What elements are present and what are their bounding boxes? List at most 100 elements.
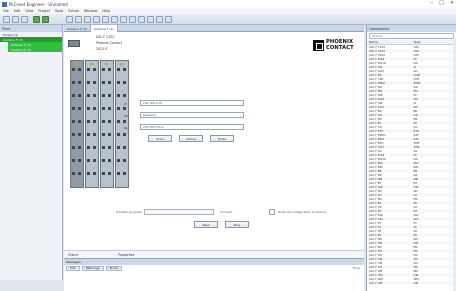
terminal-point — [108, 146, 111, 149]
terminal-point — [93, 68, 96, 71]
online-button[interactable]: Online — [179, 135, 203, 142]
menu-view[interactable]: View — [25, 9, 33, 13]
download-icon[interactable] — [129, 16, 136, 23]
tab-axioline-0[interactable]: Axioline F (0) — [64, 25, 91, 32]
component-type: OM — [413, 281, 419, 285]
terminal-point — [117, 81, 120, 84]
start-button[interactable]: Start — [194, 221, 218, 228]
write-button[interactable]: Write — [210, 135, 234, 142]
tab-axioline-1[interactable]: Axioline F (1) — [90, 25, 118, 32]
menu-help[interactable]: Help — [102, 9, 110, 13]
terminal-point — [102, 107, 105, 110]
module-rack — [70, 60, 130, 188]
save-icon[interactable] — [21, 16, 28, 23]
controller-module — [70, 60, 84, 188]
terminal-point — [102, 120, 105, 123]
components-panel: Components Search... Name Type AXC F 115… — [366, 25, 456, 291]
terminal-point — [117, 68, 120, 71]
terminal-point — [93, 146, 96, 149]
terminal-point — [102, 94, 105, 97]
tab-info[interactable]: Info — [66, 265, 80, 271]
stop-icon[interactable] — [120, 16, 127, 23]
terminal-point — [78, 159, 81, 162]
menu-project[interactable]: Project — [38, 9, 50, 13]
terminal-point — [72, 94, 75, 97]
phoenix-contact-logo: PHOENIX CONTACT — [313, 40, 354, 51]
title-bar: PLCnext Engineer - Unnamed – □ × — [0, 0, 456, 8]
terminal-point — [117, 94, 120, 97]
open-icon[interactable] — [12, 16, 19, 23]
components-title: Components — [367, 25, 456, 32]
watch-icon[interactable] — [156, 16, 163, 23]
minimize-button[interactable]: – — [431, 0, 434, 6]
close-button[interactable]: × — [450, 0, 454, 6]
terminal-point — [87, 94, 90, 97]
device-name: AXC F 2152 — [96, 35, 115, 39]
redo-icon[interactable] — [102, 16, 109, 23]
cut-icon[interactable] — [66, 16, 73, 23]
tab-warnings[interactable]: Warnings — [81, 265, 104, 271]
terminal-point — [78, 120, 81, 123]
terminal-point — [78, 81, 81, 84]
list-item[interactable]: AXL F OM OM — [367, 281, 456, 285]
upload-icon[interactable] — [138, 16, 145, 23]
terminal-point — [102, 159, 105, 162]
terminal-point — [72, 81, 75, 84]
window-title: PLCnext Engineer - Unnamed — [9, 1, 68, 7]
menu-extras[interactable]: Extras — [68, 9, 79, 13]
transfer-progress-bar — [144, 209, 214, 215]
ip-field[interactable]: 192.168.1.10 — [140, 100, 244, 106]
terminal-point — [102, 146, 105, 149]
plant-panel-title: Plant — [0, 25, 62, 32]
menu-file[interactable]: File — [3, 9, 9, 13]
terminal-point — [108, 107, 111, 110]
device-vendor: Phoenix Contact — [96, 41, 123, 45]
debug-icon[interactable] — [147, 16, 154, 23]
terminal-point — [93, 120, 96, 123]
terminal-point — [102, 81, 105, 84]
terminal-point — [72, 146, 75, 149]
tab-errors[interactable]: Errors — [105, 265, 123, 271]
components-search-input[interactable]: Search... — [369, 33, 454, 39]
new-icon[interactable] — [3, 16, 10, 23]
logo-mark-icon — [313, 40, 324, 51]
menu-window[interactable]: Window — [84, 9, 97, 13]
terminal-point — [117, 120, 120, 123]
toolbar — [0, 14, 456, 25]
netmask-field[interactable]: 255.255.255.0 — [140, 124, 244, 130]
terminal-point — [108, 81, 111, 84]
connect-icon[interactable] — [42, 16, 49, 23]
copy-icon[interactable] — [75, 16, 82, 23]
menu-tools[interactable]: Tools — [55, 9, 63, 13]
write-config-checkbox[interactable] — [269, 209, 275, 215]
undo-icon[interactable] — [93, 16, 100, 23]
play-icon[interactable] — [111, 16, 118, 23]
terminal-point — [72, 172, 75, 175]
stop-button[interactable]: Stop — [225, 221, 249, 228]
terminal-point — [87, 159, 90, 162]
terminal-point — [123, 146, 126, 149]
messages-tabs: Info Warnings Errors — [64, 265, 364, 271]
online-icon[interactable] — [33, 16, 40, 23]
tree-item-axioline-2[interactable]: Axioline F (2) — [8, 47, 62, 52]
plant-panel: Plant Project (x) Axioline F (0) Axiolin… — [0, 25, 63, 280]
password-field[interactable]: Password — [140, 112, 244, 118]
terminal-point — [108, 68, 111, 71]
scan-button[interactable]: Scan — [148, 135, 172, 142]
menu-edit[interactable]: Edit — [14, 9, 21, 13]
terminal-point — [72, 120, 75, 123]
terminal-point — [72, 133, 75, 136]
terminal-point — [72, 107, 75, 110]
terminal-point — [108, 133, 111, 136]
document-tabs: Axioline F (0) Axioline F (1) — [64, 25, 364, 32]
terminal-point — [87, 81, 90, 84]
window-controls: – □ × — [431, 0, 454, 6]
terminal-point — [87, 172, 90, 175]
terminal-point — [78, 172, 81, 175]
terminal-point — [93, 159, 96, 162]
maximize-button[interactable]: □ — [439, 0, 444, 6]
terminal-point — [87, 120, 90, 123]
paste-icon[interactable] — [84, 16, 91, 23]
terminal-point — [102, 133, 105, 136]
help-icon[interactable] — [165, 16, 172, 23]
